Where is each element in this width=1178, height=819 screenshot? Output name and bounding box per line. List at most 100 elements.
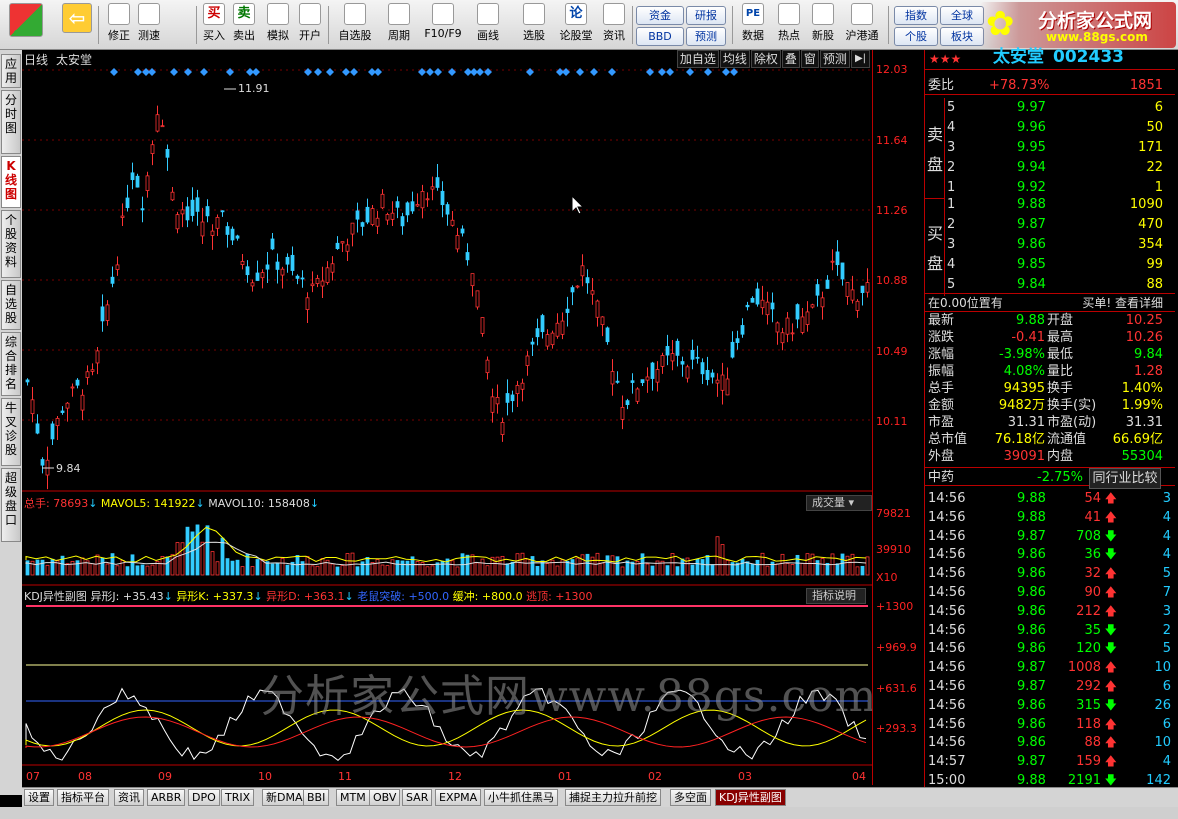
indicator-tab-12[interactable]: 小牛抓住黑马 bbox=[484, 789, 558, 806]
index-button[interactable]: 指数 bbox=[894, 6, 938, 25]
candle-body bbox=[85, 371, 90, 378]
fund-button[interactable]: 资金 bbox=[636, 6, 684, 25]
bid-row[interactable]: 2 9.87 470 bbox=[925, 215, 1175, 234]
candle-body bbox=[320, 280, 325, 287]
left-nav-item-0[interactable]: 应用 bbox=[1, 54, 21, 88]
chart-top-button-3[interactable]: 叠 bbox=[781, 50, 800, 68]
app-menu-button[interactable] bbox=[6, 3, 46, 47]
volume-bar bbox=[835, 563, 840, 576]
candle-body bbox=[175, 214, 180, 230]
indicator-tab-3[interactable]: ARBR bbox=[147, 789, 186, 806]
period-label: 日线 bbox=[24, 53, 49, 67]
chart-top-button-5[interactable]: 预测 bbox=[819, 50, 850, 68]
chart-top-button-1[interactable]: 均线 bbox=[719, 50, 750, 68]
toolbar-button-6[interactable]: 自选股 bbox=[334, 3, 376, 47]
indicator-tab-14[interactable]: 多空面 bbox=[670, 789, 711, 806]
indicator-tab-7[interactable]: BBI bbox=[303, 789, 330, 806]
toolbar-button-7[interactable]: 周期 bbox=[380, 3, 418, 47]
month-tick: 03 bbox=[738, 770, 752, 783]
volume-bar bbox=[210, 551, 215, 576]
candle-body bbox=[740, 325, 745, 335]
toolbar-button-14[interactable]: 热点 bbox=[774, 3, 804, 47]
volume-bar bbox=[140, 564, 145, 576]
weibi-value: +78.73% bbox=[989, 78, 1050, 93]
toolbar-button-1[interactable]: 测速 bbox=[134, 3, 164, 47]
candle-body bbox=[340, 241, 345, 244]
candle-body bbox=[400, 216, 405, 227]
left-nav-item-5[interactable]: 综合排名 bbox=[1, 332, 21, 396]
sector-name: 中药 bbox=[928, 470, 955, 485]
indicator-tab-5[interactable]: TRIX bbox=[221, 789, 255, 806]
candle-body bbox=[835, 251, 840, 266]
indicator-tab-13[interactable]: 捕捉主力拉升前挖 bbox=[565, 789, 661, 806]
bid-row[interactable]: 1 9.88 1090 bbox=[925, 195, 1175, 214]
left-nav-item-2[interactable]: K线图 bbox=[1, 156, 21, 208]
bid-row[interactable]: 5 9.84 88 bbox=[925, 275, 1175, 294]
indicator-tab-10[interactable]: SAR bbox=[402, 789, 433, 806]
left-nav-item-6[interactable]: 牛叉诊股 bbox=[1, 398, 21, 466]
forecast-button[interactable]: 预测 bbox=[686, 27, 726, 46]
volume-bar bbox=[165, 556, 170, 576]
indicator-tab-1[interactable]: 指标平台 bbox=[57, 789, 109, 806]
indicator-tab-6[interactable]: 新DMA bbox=[262, 789, 307, 806]
volume-bar bbox=[795, 554, 800, 576]
global-button[interactable]: 全球 bbox=[940, 6, 984, 25]
left-nav-item-4[interactable]: 自选股 bbox=[1, 280, 21, 330]
ask-row[interactable]: 4 9.96 50 bbox=[925, 118, 1175, 137]
report-button[interactable]: 研报 bbox=[686, 6, 726, 25]
left-nav-item-3[interactable]: 个股资料 bbox=[1, 210, 21, 278]
chart-top-button-0[interactable]: 加自选 bbox=[676, 50, 719, 68]
candle-body bbox=[80, 394, 85, 411]
ask-row[interactable]: 2 9.94 22 bbox=[925, 158, 1175, 177]
indicator-tab-9[interactable]: OBV bbox=[369, 789, 401, 806]
left-nav-item-7[interactable]: 超级盘口 bbox=[1, 468, 21, 542]
bid-row[interactable]: 4 9.85 99 bbox=[925, 255, 1175, 274]
chart-top-button-4[interactable]: 窗 bbox=[800, 50, 819, 68]
indicator-tab-8[interactable]: MTM bbox=[336, 789, 370, 806]
volume-bar bbox=[775, 563, 780, 576]
volume-bar bbox=[75, 560, 80, 576]
candle-body bbox=[470, 273, 475, 287]
toolbar-button-3[interactable]: 卖卖出 bbox=[232, 3, 256, 47]
indicator-tab-2[interactable]: 资讯 bbox=[114, 789, 144, 806]
toolbar-button-4[interactable]: 模拟 bbox=[264, 3, 292, 47]
volume-dropdown[interactable]: 成交量 ▾ bbox=[806, 495, 872, 511]
toolbar-button-16[interactable]: 沪港通 bbox=[842, 3, 882, 47]
toolbar-button-15[interactable]: 新股 bbox=[808, 3, 838, 47]
toolbar-button-12[interactable]: 资讯 bbox=[598, 3, 630, 47]
candle-body bbox=[65, 402, 70, 409]
tick-volume: 292 bbox=[1076, 679, 1101, 694]
toolbar-button-2[interactable]: 买买入 bbox=[202, 3, 226, 47]
candle-body bbox=[240, 260, 245, 266]
volume-bar bbox=[390, 559, 395, 576]
volume-header: 总手: 78693↓ MAVOL5: 141922↓ MAVOL10: 1584… bbox=[24, 497, 320, 510]
indicator-tab-0[interactable]: 设置 bbox=[24, 789, 54, 806]
toolbar-button-13[interactable]: PE 数据 bbox=[738, 3, 768, 47]
stock-button[interactable]: 个股 bbox=[894, 27, 938, 46]
ask-row[interactable]: 5 9.97 6 bbox=[925, 98, 1175, 117]
chart-top-button-2[interactable]: 除权 bbox=[750, 50, 781, 68]
volume-bar bbox=[195, 524, 200, 576]
back-button[interactable]: ⇦ bbox=[60, 3, 94, 47]
position-text: 在0.00位置有 bbox=[928, 296, 1003, 310]
indicator-tab-15[interactable]: KDJ异性副图 bbox=[715, 789, 786, 806]
sector-button[interactable]: 板块 bbox=[940, 27, 984, 46]
left-nav-item-1[interactable]: 分时图 bbox=[1, 90, 21, 154]
toolbar-button-0[interactable]: 修正 bbox=[104, 3, 134, 47]
view-detail-link[interactable]: 买单! 查看详细 bbox=[1082, 294, 1163, 313]
indicator-tab-4[interactable]: DPO bbox=[188, 789, 220, 806]
toolbar-button-11[interactable]: 论论股堂 bbox=[558, 3, 594, 47]
toolbar-button-8[interactable]: F10/F9 bbox=[420, 3, 466, 47]
toolbar-button-5[interactable]: 开户 bbox=[296, 3, 324, 47]
toolbar-button-10[interactable]: 选股 bbox=[514, 3, 554, 47]
industry-compare-button[interactable]: 同行业比较 bbox=[1089, 468, 1161, 489]
ask-row[interactable]: 3 9.95 171 bbox=[925, 138, 1175, 157]
tick-volume: 120 bbox=[1076, 641, 1101, 657]
arrow-right-icon[interactable]: ▶| bbox=[850, 50, 870, 68]
indicator-explain-button[interactable]: 指标说明 bbox=[806, 588, 866, 604]
bbd-button[interactable]: BBD bbox=[636, 27, 684, 46]
toolbar-button-9[interactable]: 画线 bbox=[470, 3, 506, 47]
candle-body bbox=[750, 297, 755, 303]
indicator-tab-11[interactable]: EXPMA bbox=[435, 789, 482, 806]
bid-row[interactable]: 3 9.86 354 bbox=[925, 235, 1175, 254]
